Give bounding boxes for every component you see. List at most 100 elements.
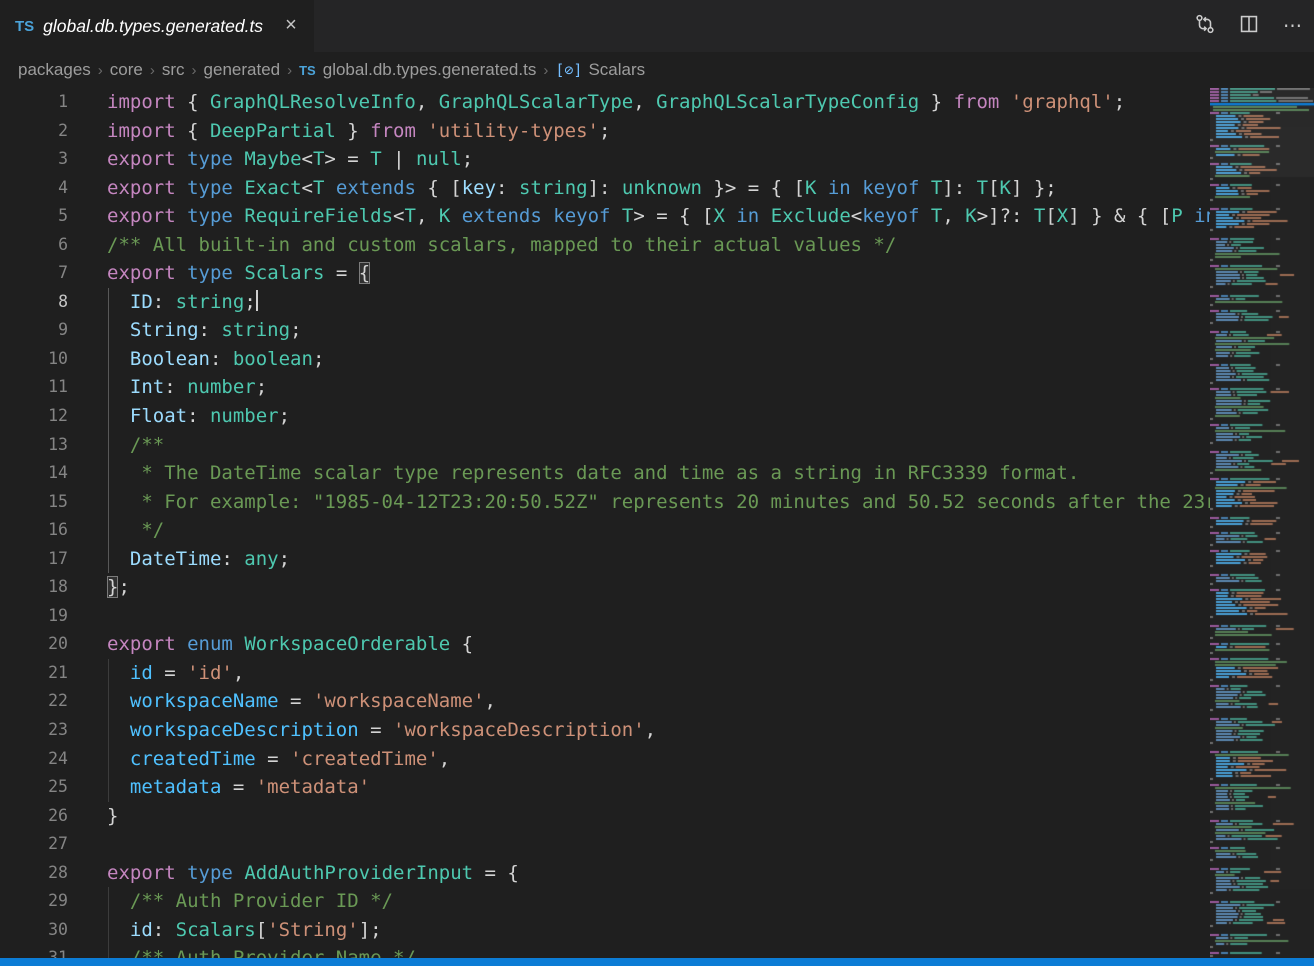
- breadcrumb-item-core[interactable]: core: [110, 60, 143, 80]
- line-number[interactable]: 31: [0, 944, 68, 958]
- line-number[interactable]: 14: [0, 459, 68, 488]
- code-line[interactable]: 9 String: string;: [0, 316, 1210, 345]
- line-number[interactable]: 12: [0, 402, 68, 431]
- code-line[interactable]: 11 Int: number;: [0, 373, 1210, 402]
- code-line[interactable]: 8 ID: string;: [0, 288, 1210, 317]
- breadcrumb-item-generated[interactable]: generated: [204, 60, 281, 80]
- code-line[interactable]: 5export type RequireFields<T, K extends …: [0, 202, 1210, 231]
- code-line[interactable]: 25 metadata = 'metadata': [0, 773, 1210, 802]
- token: [816, 177, 827, 199]
- code-editor[interactable]: 1import { GraphQLResolveInfo, GraphQLSca…: [0, 88, 1314, 958]
- line-number[interactable]: 28: [0, 859, 68, 888]
- code-line[interactable]: 27: [0, 830, 1210, 859]
- line-number[interactable]: 18: [0, 573, 68, 602]
- line-number[interactable]: 10: [0, 345, 68, 374]
- line-number[interactable]: 25: [0, 773, 68, 802]
- code-line[interactable]: 17 DateTime: any;: [0, 545, 1210, 574]
- line-number[interactable]: 9: [0, 316, 68, 345]
- split-editor-button[interactable]: [1236, 13, 1262, 39]
- code-line[interactable]: 23 workspaceDescription = 'workspaceDesc…: [0, 716, 1210, 745]
- line-number[interactable]: 19: [0, 602, 68, 631]
- code-line[interactable]: 13 /**: [0, 431, 1210, 460]
- code-line[interactable]: 29 /** Auth Provider ID */: [0, 887, 1210, 916]
- line-number[interactable]: 21: [0, 659, 68, 688]
- line-number[interactable]: 3: [0, 145, 68, 174]
- code-line[interactable]: 14 * The DateTime scalar type represents…: [0, 459, 1210, 488]
- token: /**: [130, 434, 164, 456]
- code-line[interactable]: 16 */: [0, 516, 1210, 545]
- line-number[interactable]: 4: [0, 174, 68, 203]
- token: Scalars: [176, 919, 256, 941]
- line-number[interactable]: 2: [0, 117, 68, 146]
- token: WorkspaceOrderable: [244, 633, 450, 655]
- line-number[interactable]: 23: [0, 716, 68, 745]
- token: [233, 862, 244, 884]
- tab-global-db-types-generated[interactable]: TS global.db.types.generated.ts ×: [0, 0, 314, 52]
- minimap-canvas: [1210, 88, 1314, 958]
- breadcrumb-separator-icon: ›: [536, 62, 555, 79]
- line-number[interactable]: 16: [0, 516, 68, 545]
- line-number[interactable]: 7: [0, 259, 68, 288]
- line-number[interactable]: 8: [0, 288, 68, 317]
- line-number[interactable]: 6: [0, 231, 68, 260]
- tab-close-icon[interactable]: ×: [280, 15, 302, 37]
- code-line[interactable]: 10 Boolean: boolean;: [0, 345, 1210, 374]
- code-line[interactable]: 19: [0, 602, 1210, 631]
- code-line[interactable]: 28export type AddAuthProviderInput = {: [0, 859, 1210, 888]
- code-line[interactable]: 18};: [0, 573, 1210, 602]
- token: [610, 205, 621, 227]
- line-number[interactable]: 24: [0, 745, 68, 774]
- code-line[interactable]: 7export type Scalars = {: [0, 259, 1210, 288]
- line-number[interactable]: 1: [0, 88, 68, 117]
- line-number[interactable]: 27: [0, 830, 68, 859]
- code-line[interactable]: 31 /** Auth Provider Name */: [0, 944, 1210, 958]
- line-number[interactable]: 15: [0, 488, 68, 517]
- line-number[interactable]: 5: [0, 202, 68, 231]
- code-line[interactable]: 4export type Exact<T extends { [key: str…: [0, 174, 1210, 203]
- token: null: [416, 148, 462, 170]
- code-line[interactable]: 12 Float: number;: [0, 402, 1210, 431]
- code-line[interactable]: 6/** All built-in and custom scalars, ma…: [0, 231, 1210, 260]
- token: [: [1045, 205, 1056, 227]
- code-line[interactable]: 21 id = 'id',: [0, 659, 1210, 688]
- breadcrumb-item-packages[interactable]: packages: [18, 60, 91, 80]
- minimap[interactable]: [1210, 88, 1314, 958]
- token: import: [107, 120, 176, 142]
- code-line[interactable]: 22 workspaceName = 'workspaceName',: [0, 687, 1210, 716]
- token: > =: [324, 148, 370, 170]
- breadcrumb-item-global-db-types-generated-ts[interactable]: TSglobal.db.types.generated.ts: [299, 60, 536, 80]
- token: {: [450, 633, 473, 655]
- line-number[interactable]: 22: [0, 687, 68, 716]
- line-number[interactable]: 20: [0, 630, 68, 659]
- typescript-file-icon: TS: [15, 18, 34, 35]
- line-content: ID: string;: [68, 291, 258, 313]
- code-area[interactable]: 1import { GraphQLResolveInfo, GraphQLSca…: [0, 88, 1210, 958]
- line-number[interactable]: 11: [0, 373, 68, 402]
- breadcrumb-item-scalars[interactable]: [⊘]Scalars: [555, 60, 645, 80]
- code-line[interactable]: 1import { GraphQLResolveInfo, GraphQLSca…: [0, 88, 1210, 117]
- token: =: [153, 662, 187, 684]
- breadcrumb-item-src[interactable]: src: [162, 60, 185, 80]
- code-line[interactable]: 26}: [0, 802, 1210, 831]
- token: [107, 291, 130, 313]
- code-line[interactable]: 15 * For example: "1985-04-12T23:20:50.5…: [0, 488, 1210, 517]
- token: export: [107, 205, 176, 227]
- line-number[interactable]: 13: [0, 431, 68, 460]
- line-number[interactable]: 30: [0, 916, 68, 945]
- more-actions-button[interactable]: ⋯: [1280, 13, 1306, 39]
- code-line[interactable]: 24 createdTime = 'createdTime',: [0, 745, 1210, 774]
- code-line[interactable]: 2import { DeepPartial } from 'utility-ty…: [0, 117, 1210, 146]
- line-number[interactable]: 29: [0, 887, 68, 916]
- code-line[interactable]: 3export type Maybe<T> = T | null;: [0, 145, 1210, 174]
- split-editor-icon: [1238, 13, 1260, 40]
- line-number[interactable]: 26: [0, 802, 68, 831]
- code-line[interactable]: 20export enum WorkspaceOrderable {: [0, 630, 1210, 659]
- code-line[interactable]: 30 id: Scalars['String'];: [0, 916, 1210, 945]
- token: export: [107, 148, 176, 170]
- line-number[interactable]: 17: [0, 545, 68, 574]
- open-changes-button[interactable]: [1192, 13, 1218, 39]
- line-content: Int: number;: [68, 376, 267, 398]
- token: <: [393, 205, 404, 227]
- line-content: workspaceName = 'workspaceName',: [68, 690, 496, 712]
- token: =: [359, 719, 393, 741]
